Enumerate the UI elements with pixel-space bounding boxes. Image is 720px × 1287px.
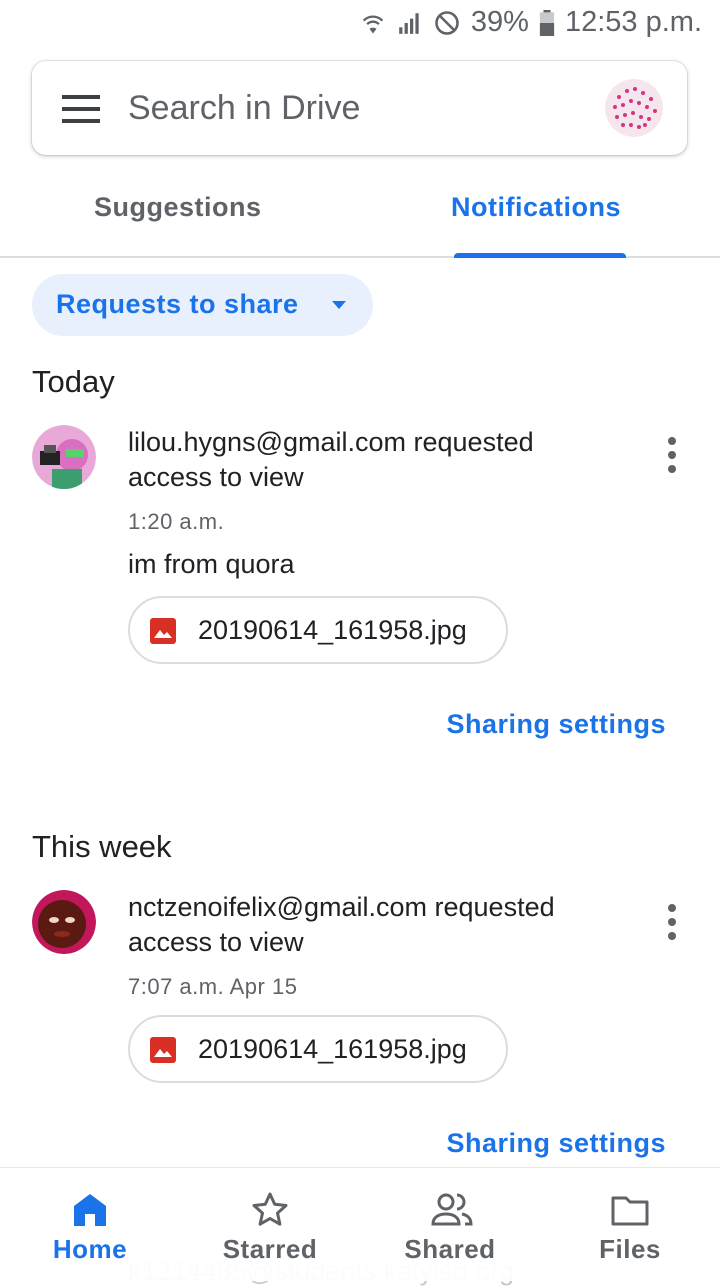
image-icon xyxy=(150,618,176,644)
nav-shared[interactable]: Shared xyxy=(360,1168,540,1281)
section-title-this-week: This week xyxy=(32,829,172,864)
search-input[interactable]: Search in Drive xyxy=(128,89,360,128)
request-time: 1:20 a.m. xyxy=(128,509,225,534)
dropdown-arrow-icon xyxy=(332,301,346,309)
avatar xyxy=(32,425,96,489)
request-note: im from quora xyxy=(128,549,295,579)
file-name: 20190614_161958.jpg xyxy=(198,1034,467,1064)
sharing-settings-link[interactable]: Sharing settings xyxy=(446,1128,666,1159)
filter-label: Requests to share xyxy=(56,289,299,319)
clock: 12:53 p.m. xyxy=(564,6,702,38)
menu-icon[interactable] xyxy=(62,95,100,123)
avatar xyxy=(32,890,96,954)
active-tab-indicator xyxy=(454,253,626,258)
section-title-today: Today xyxy=(32,364,115,399)
star-icon xyxy=(250,1190,290,1230)
nav-files[interactable]: Files xyxy=(540,1168,720,1281)
sharing-settings-link[interactable]: Sharing settings xyxy=(446,709,666,740)
search-bar[interactable]: Search in Drive xyxy=(32,61,687,155)
file-chip[interactable]: 20190614_161958.jpg xyxy=(128,1015,508,1083)
wifi-icon xyxy=(359,9,387,37)
tab-notifications[interactable]: Notifications xyxy=(451,192,621,223)
nav-starred[interactable]: Starred xyxy=(180,1168,360,1281)
nav-home[interactable]: Home xyxy=(0,1168,180,1281)
nav-files-label: Files xyxy=(599,1234,661,1264)
home-icon xyxy=(70,1190,110,1230)
do-not-disturb-icon xyxy=(433,9,461,37)
battery-icon xyxy=(539,9,555,36)
request-time: 7:07 a.m. Apr 15 xyxy=(128,974,298,999)
more-options-icon[interactable] xyxy=(660,437,684,477)
bottom-navigation: Home Starred Shared Files xyxy=(0,1167,720,1281)
request-message: nctzenoifelix@gmail.com requested access… xyxy=(128,892,555,957)
folder-icon xyxy=(610,1190,650,1230)
status-bar: 39% 12:53 p.m. xyxy=(0,0,720,50)
file-chip[interactable]: 20190614_161958.jpg xyxy=(128,596,508,664)
image-icon xyxy=(150,1037,176,1063)
more-options-icon[interactable] xyxy=(660,904,684,944)
battery-level: 39% xyxy=(470,6,529,38)
account-avatar[interactable] xyxy=(605,79,663,137)
requests-filter-dropdown[interactable]: Requests to share xyxy=(32,274,373,336)
nav-shared-label: Shared xyxy=(404,1234,496,1264)
nav-starred-label: Starred xyxy=(222,1234,318,1264)
request-message: lilou.hygns@gmail.com requested access t… xyxy=(128,427,534,492)
tab-suggestions[interactable]: Suggestions xyxy=(94,192,262,223)
shared-icon xyxy=(430,1190,473,1230)
file-name: 20190614_161958.jpg xyxy=(198,615,467,645)
signal-icon xyxy=(397,10,423,36)
nav-home-label: Home xyxy=(52,1234,128,1264)
tab-bar: Suggestions Notifications xyxy=(0,170,720,258)
